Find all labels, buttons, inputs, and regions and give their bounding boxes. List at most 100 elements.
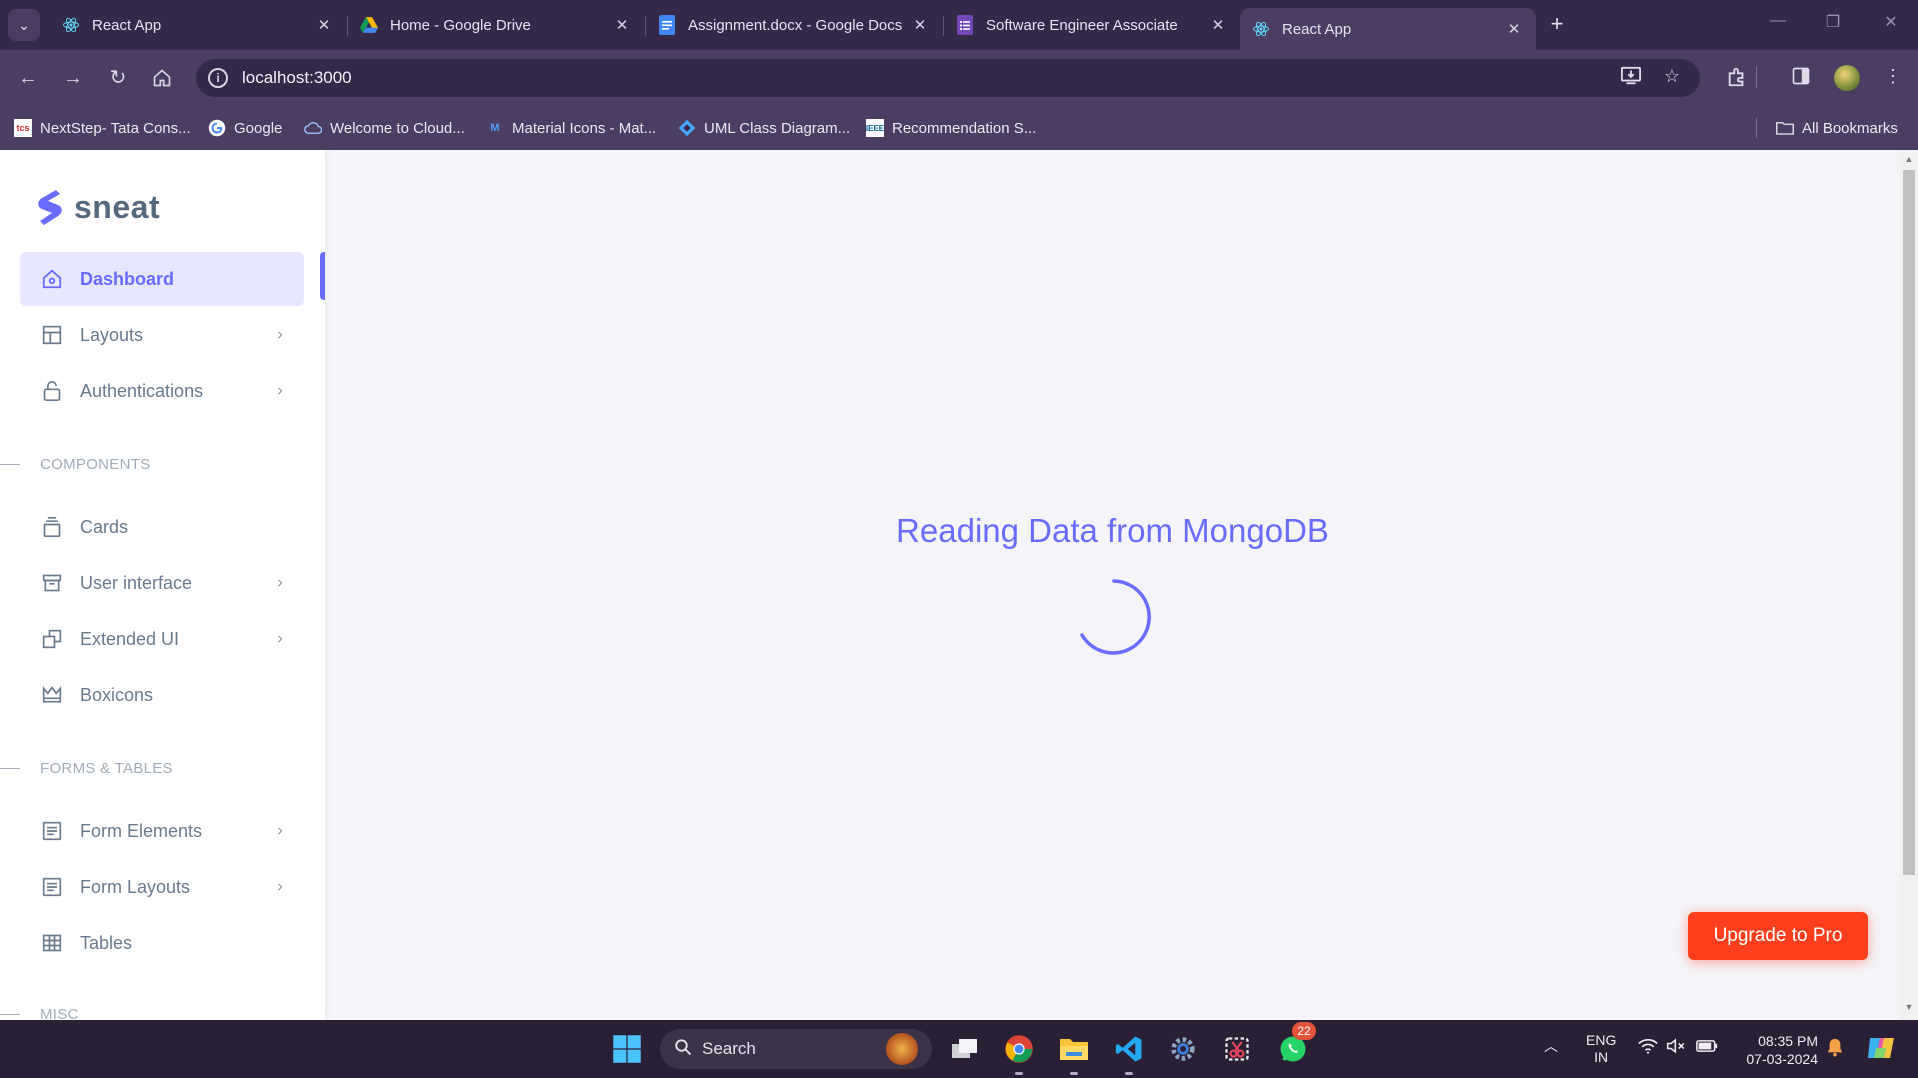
section-heading-components: COMPONENTS [40, 456, 151, 473]
extensions-icon[interactable] [1724, 66, 1750, 92]
more-menu-icon[interactable]: ⋮ [1880, 66, 1906, 92]
google-docs-icon [658, 15, 676, 35]
all-bookmarks-label: All Bookmarks [1802, 119, 1898, 137]
sidebar-item-authentications[interactable]: Authentications › [20, 364, 304, 418]
cards-icon [40, 515, 64, 539]
section-divider [0, 464, 20, 465]
browser-tab[interactable]: React App ✕ [50, 8, 346, 42]
loading-spinner-icon [1080, 579, 1151, 655]
scrollbar-thumb[interactable] [1903, 170, 1915, 875]
forward-icon[interactable]: → [59, 64, 87, 92]
taskbar-search[interactable]: Search [660, 1029, 932, 1069]
tab-title: Software Engineer Associate [986, 16, 1178, 34]
bookmark-star-icon[interactable]: ☆ [1659, 66, 1685, 90]
bookmark-item[interactable]: tcs NextStep- Tata Cons... [14, 117, 191, 139]
file-explorer-icon[interactable] [1055, 1030, 1093, 1068]
chevron-right-icon: › [277, 822, 283, 839]
vscode-icon[interactable] [1110, 1030, 1148, 1068]
sidebar-item-label: User interface [80, 572, 193, 593]
scroll-up-icon[interactable]: ▲ [1904, 154, 1914, 164]
bookmark-item[interactable]: UML Class Diagram... [678, 117, 850, 139]
sidebar-item-label: Dashboard [80, 268, 175, 289]
sidebar-item-label: Authentications [80, 380, 204, 401]
copilot-icon[interactable] [1866, 1034, 1896, 1065]
snipping-tool-icon[interactable] [1218, 1030, 1256, 1068]
sidebar-item-layouts[interactable]: Layouts › [20, 308, 304, 362]
site-info-icon[interactable]: i [208, 68, 228, 88]
bookmark-label: NextStep- Tata Cons... [40, 119, 191, 137]
home-page-icon[interactable] [148, 64, 176, 92]
restore-icon[interactable]: ❐ [1818, 12, 1848, 32]
bookmark-item[interactable]: M Material Icons - Mat... [486, 117, 656, 139]
chrome-icon[interactable] [1000, 1030, 1038, 1068]
language-indicator[interactable]: ENG IN [1586, 1032, 1616, 1066]
tab-title: React App [92, 16, 162, 34]
material-icon: M [490, 122, 500, 134]
side-panel-icon[interactable] [1788, 66, 1814, 92]
reload-icon[interactable]: ↻ [104, 64, 132, 92]
back-icon[interactable]: ← [14, 64, 42, 92]
address-bar[interactable]: i localhost:3000 ☆ [196, 59, 1700, 97]
sidebar-item-extended-ui[interactable]: Extended UI › [20, 612, 304, 666]
volume-muted-icon[interactable] [1666, 1038, 1688, 1057]
bookmark-item[interactable]: IEEE Recommendation S... [866, 117, 1036, 139]
browser-tab-strip: ⌄ React App ✕ Home - Google Drive ✕ Assi… [0, 0, 1918, 50]
close-tab-icon[interactable]: ✕ [1504, 20, 1524, 38]
browser-tab-active[interactable]: React App ✕ [1240, 8, 1536, 50]
sidebar-item-boxicons[interactable]: Boxicons [20, 668, 304, 722]
brand-logo[interactable]: sneat [36, 188, 160, 226]
brand-name: sneat [74, 188, 161, 225]
lock-icon [40, 379, 64, 403]
sidebar-item-cards[interactable]: Cards [20, 500, 304, 554]
bookmark-item[interactable]: Welcome to Cloud... [304, 117, 465, 139]
tab-search-button[interactable]: ⌄ [8, 9, 40, 41]
upgrade-to-pro-button[interactable]: Upgrade to Pro [1688, 912, 1868, 960]
new-tab-button[interactable]: + [1544, 12, 1570, 38]
close-tab-icon[interactable]: ✕ [910, 16, 930, 34]
sidebar-item-form-layouts[interactable]: Form Layouts › [20, 860, 304, 914]
google-icon [208, 119, 226, 137]
scroll-down-icon[interactable]: ▼ [1904, 1002, 1914, 1012]
battery-icon[interactable] [1696, 1039, 1718, 1056]
folder-icon [1776, 119, 1794, 137]
sneat-logo-icon [38, 190, 62, 225]
close-tab-icon[interactable]: ✕ [1208, 16, 1228, 34]
sidebar-item-dashboard[interactable]: Dashboard [20, 252, 304, 306]
search-label: Search [702, 1039, 756, 1058]
browser-tab[interactable]: Software Engineer Associate ✕ [944, 8, 1240, 42]
url-text: localhost:3000 [242, 68, 352, 87]
notification-bell-icon[interactable] [1826, 1037, 1844, 1060]
browser-tab[interactable]: Home - Google Drive ✕ [348, 8, 644, 42]
bookmark-label: UML Class Diagram... [704, 119, 851, 137]
sidebar-item-user-interface[interactable]: User interface › [20, 556, 304, 610]
detail-icon [40, 819, 64, 843]
task-view-icon[interactable] [946, 1030, 984, 1068]
close-tab-icon[interactable]: ✕ [314, 16, 334, 34]
windows-start-icon[interactable] [608, 1030, 646, 1068]
close-window-icon[interactable]: ✕ [1876, 12, 1906, 32]
bookmark-item[interactable]: Google [208, 117, 282, 139]
bookmarks-bar: tcs NextStep- Tata Cons... Google Welcom… [0, 106, 1918, 150]
close-tab-icon[interactable]: ✕ [612, 16, 632, 34]
all-bookmarks-button[interactable]: All Bookmarks [1776, 117, 1898, 139]
profile-avatar[interactable] [1834, 65, 1860, 91]
whatsapp-unread-badge: 22 [1292, 1022, 1316, 1040]
tray-overflow-icon[interactable]: ︿ [1544, 1036, 1558, 1056]
sidebar-item-tables[interactable]: Tables [20, 916, 304, 970]
app-running-indicator [1070, 1072, 1078, 1075]
loading-message: Reading Data from MongoDB [896, 512, 1329, 549]
wifi-icon[interactable] [1638, 1038, 1658, 1057]
table-icon [40, 931, 64, 955]
install-app-icon[interactable] [1618, 66, 1644, 90]
browser-tab[interactable]: Assignment.docx - Google Docs ✕ [646, 8, 942, 42]
settings-icon[interactable] [1164, 1030, 1202, 1068]
sidebar-item-form-elements[interactable]: Form Elements › [20, 804, 304, 858]
sidebar: sneat Dashboard Layouts › Authentication… [0, 150, 325, 1020]
bookmarks-divider [1756, 118, 1757, 138]
minimize-icon[interactable]: — [1763, 12, 1793, 30]
page-scrollbar[interactable]: ▲ ▼ [1900, 150, 1918, 1020]
app-page: sneat Dashboard Layouts › Authentication… [0, 150, 1900, 1020]
clock[interactable]: 08:35 PM 07-03-2024 [1736, 1032, 1818, 1068]
toolbar-divider [1756, 66, 1757, 88]
tab-title: Home - Google Drive [390, 16, 531, 34]
